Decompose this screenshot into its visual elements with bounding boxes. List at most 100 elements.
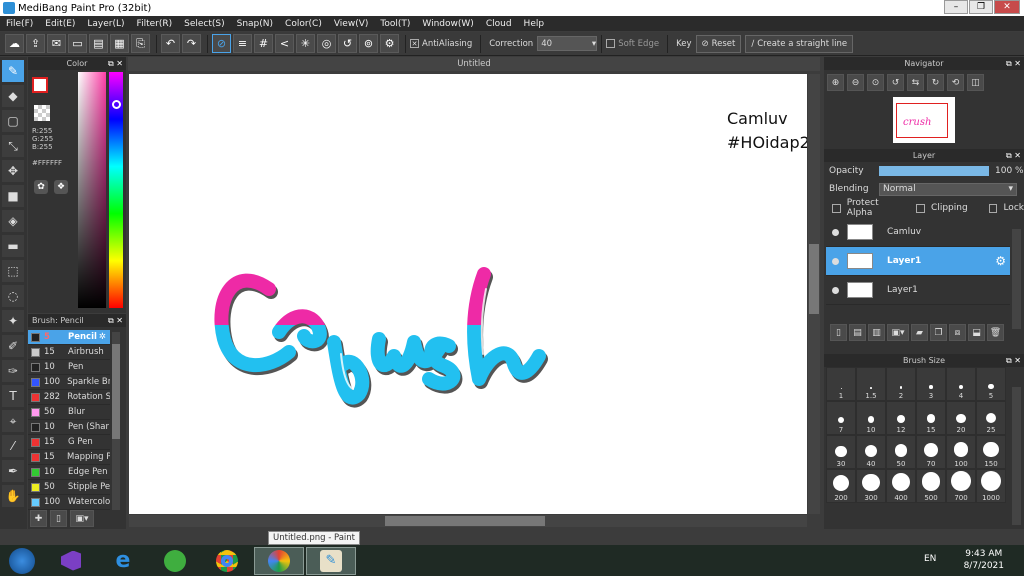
menu-layer[interactable]: Layer(L) — [87, 19, 124, 29]
horizontal-scrollbar[interactable] — [129, 515, 807, 527]
curve-snap-icon[interactable]: ↺ — [338, 34, 357, 53]
visibility-icon[interactable] — [832, 228, 839, 236]
add-brush-icon[interactable]: ✚ — [30, 510, 47, 527]
menu-view[interactable]: View(V) — [334, 19, 369, 29]
medibang-taskbar-icon[interactable]: ✎ — [306, 546, 356, 575]
duplicate-layer-icon[interactable]: ❐ — [930, 324, 947, 341]
select-tool-icon[interactable]: ⬚ — [2, 260, 24, 282]
dot-tool-icon[interactable]: ▢ — [2, 110, 24, 132]
brush-size-cell[interactable]: 5 — [976, 367, 1006, 401]
add-layer-menu-icon[interactable]: ▣▾ — [887, 324, 909, 341]
menu-cloud[interactable]: Cloud — [486, 19, 512, 29]
protect-alpha-checkbox[interactable] — [832, 203, 841, 213]
brush-item[interactable]: 100 Sparkle Br — [28, 375, 110, 390]
magic-wand-icon[interactable]: ✦ — [2, 310, 24, 332]
brush-size-cell[interactable]: 30 — [826, 435, 856, 469]
brush-copy-icon[interactable]: ▯ — [50, 510, 67, 527]
saturation-picker[interactable] — [78, 72, 106, 308]
lock-checkbox[interactable] — [988, 203, 998, 213]
brush-settings-icon[interactable]: ✲ — [99, 332, 106, 342]
brush-item[interactable]: 10 Pen (Shar — [28, 420, 110, 435]
save-icon[interactable]: ▤ — [89, 34, 108, 53]
transparent-color[interactable] — [34, 105, 50, 121]
brush-item[interactable]: 50 Stipple Pe — [28, 480, 110, 495]
zoom-in-icon[interactable]: ⊕ — [827, 74, 844, 91]
visibility-icon[interactable] — [832, 286, 839, 294]
navigator-preview[interactable]: crush — [893, 97, 955, 143]
brush-item[interactable]: 100 Watercolo — [28, 495, 110, 510]
brush-size-cell[interactable]: 12 — [886, 401, 916, 435]
circle-snap-icon[interactable]: ◎ — [317, 34, 336, 53]
antialiasing-checkbox[interactable]: ✕ — [410, 39, 419, 48]
minimize-button[interactable]: – — [944, 0, 968, 14]
new-layer-icon[interactable]: ▯ — [830, 324, 847, 341]
brush-menu-icon[interactable]: ▣▾ — [70, 510, 94, 527]
brush-item[interactable]: 15 Airbrush — [28, 345, 110, 360]
brush-item[interactable]: 10 Pen — [28, 360, 110, 375]
parallel-snap-icon[interactable]: ≡ — [233, 34, 252, 53]
menu-color[interactable]: Color(C) — [285, 19, 322, 29]
brush-item[interactable]: 10 Edge Pen — [28, 465, 110, 480]
brush-size-cell[interactable]: 200 — [826, 469, 856, 503]
menu-filter[interactable]: Filter(R) — [137, 19, 173, 29]
clipping-checkbox[interactable] — [916, 203, 926, 213]
brush-size-scrollbar[interactable] — [1012, 387, 1021, 525]
fill-rect-tool-icon[interactable]: ■ — [2, 185, 24, 207]
visibility-icon[interactable] — [832, 257, 839, 265]
vertical-scrollbar[interactable] — [808, 74, 820, 514]
paint-taskbar-icon[interactable] — [254, 546, 304, 575]
menu-select[interactable]: Select(S) — [184, 19, 225, 29]
cross-snap-icon[interactable]: # — [254, 34, 273, 53]
brush-size-cell[interactable]: 40 — [856, 435, 886, 469]
brush-item[interactable]: 50 Blur — [28, 405, 110, 420]
brush-size-cell[interactable]: 15 — [916, 401, 946, 435]
mirror-icon[interactable]: ◫ — [967, 74, 984, 91]
close-icon[interactable]: ⧉ ✕ — [108, 316, 123, 326]
lasso-tool-icon[interactable]: ◌ — [2, 285, 24, 307]
radial-snap-icon[interactable]: ✳ — [296, 34, 315, 53]
move-tool-icon[interactable]: ✥ — [2, 160, 24, 182]
brush-size-cell[interactable]: 3 — [916, 367, 946, 401]
brush-scrollbar[interactable] — [112, 332, 120, 510]
brush-size-cell[interactable]: 4 — [946, 367, 976, 401]
new-halftone-layer-icon[interactable]: ▤ — [849, 324, 866, 341]
zoom-fit-icon[interactable]: ⊙ — [867, 74, 884, 91]
close-icon[interactable]: ⧉ ✕ — [1006, 59, 1021, 69]
rotate-left-icon[interactable]: ↺ — [887, 74, 904, 91]
close-icon[interactable]: ⧉ ✕ — [1006, 151, 1021, 161]
layer-scrollbar[interactable] — [1012, 229, 1021, 329]
brush-size-cell[interactable]: 400 — [886, 469, 916, 503]
layer-item[interactable]: Layer1 ⚙ — [826, 247, 1010, 276]
reset-button[interactable]: ⊘ Reset — [695, 34, 742, 53]
settings-icon[interactable]: ⚙ — [380, 34, 399, 53]
brush-size-cell[interactable]: 1.5 — [856, 367, 886, 401]
close-button[interactable]: ✕ — [994, 0, 1020, 14]
canvas-tab[interactable]: Untitled — [128, 57, 820, 71]
menu-help[interactable]: Help — [524, 19, 545, 29]
brush-item[interactable]: 5 Pencil ✲ — [28, 330, 110, 345]
brush-item[interactable]: 15 G Pen — [28, 435, 110, 450]
hue-handle[interactable] — [112, 100, 121, 109]
opacity-slider[interactable] — [879, 166, 989, 176]
ellipse-snap-icon[interactable]: ⊚ — [359, 34, 378, 53]
brush-tool-icon[interactable]: ✎ — [2, 60, 24, 82]
menu-edit[interactable]: Edit(E) — [45, 19, 75, 29]
internet-explorer-icon[interactable]: e — [98, 547, 148, 575]
gradient-tool-icon[interactable]: ▬ — [2, 235, 24, 257]
share-icon[interactable]: ⇪ — [26, 34, 45, 53]
rotate-right-icon[interactable]: ↻ — [927, 74, 944, 91]
brush-size-cell[interactable]: 1000 — [976, 469, 1006, 503]
brush-size-cell[interactable]: 2 — [886, 367, 916, 401]
flip-icon[interactable]: ⇆ — [907, 74, 924, 91]
select-eraser-icon[interactable]: ✑ — [2, 360, 24, 382]
close-icon[interactable]: ⧉ ✕ — [108, 59, 123, 69]
folder-icon[interactable]: ▰ — [911, 324, 928, 341]
menu-tool[interactable]: Tool(T) — [380, 19, 410, 29]
color-history-icon[interactable]: ❖ — [54, 180, 68, 194]
comment-icon[interactable]: ✉ — [47, 34, 66, 53]
brush-size-cell[interactable]: 70 — [916, 435, 946, 469]
brush-size-cell[interactable]: 100 — [946, 435, 976, 469]
reset-view-icon[interactable]: ⟲ — [947, 74, 964, 91]
bucket-tool-icon[interactable]: ◈ — [2, 210, 24, 232]
new-8bit-layer-icon[interactable]: ▥ — [868, 324, 885, 341]
